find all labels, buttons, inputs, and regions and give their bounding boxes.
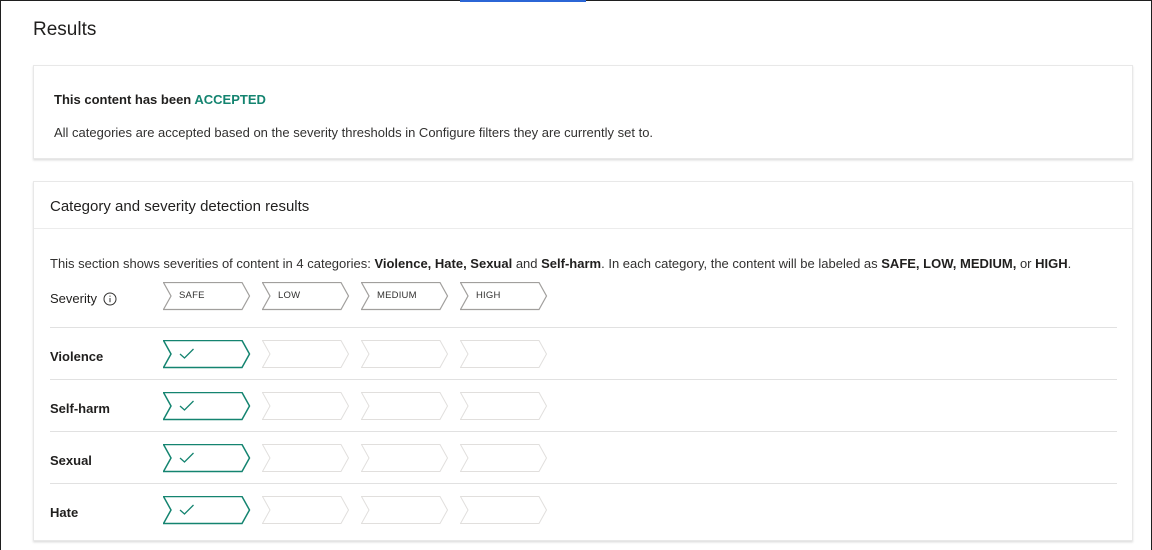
chevron-outline (460, 496, 548, 524)
category-hate-level-safe (163, 496, 253, 526)
intro-text-2: and (512, 256, 542, 271)
results-title-divider (34, 228, 1132, 229)
row-divider (50, 379, 1117, 380)
row-divider (50, 483, 1117, 484)
chevron-outline (361, 392, 449, 420)
category-sexual-level-medium (361, 444, 451, 474)
chevron-outline (262, 392, 350, 420)
severity-label: Severity (50, 291, 117, 306)
chevron-shape (460, 444, 548, 472)
chevron-shape (460, 496, 548, 524)
category-label-self-harm: Self-harm (50, 401, 110, 416)
chevron-shape (262, 496, 350, 524)
chevron-outline (361, 340, 449, 368)
chevron-shape (163, 496, 251, 525)
chevron-shape (262, 392, 350, 420)
category-self-harm-level-medium (361, 392, 451, 422)
category-label-sexual: Sexual (50, 453, 92, 468)
page-title: Results (33, 19, 97, 40)
chevron-outline (163, 392, 251, 421)
checkmark-icon (179, 348, 194, 359)
intro-levels-1: SAFE, LOW, MEDIUM, (881, 256, 1017, 271)
chevron-shape (460, 392, 548, 420)
chevron-outline (361, 444, 449, 472)
severity-level-label: LOW (278, 290, 301, 301)
category-violence-level-high (460, 340, 550, 370)
category-sexual-level-high (460, 444, 550, 474)
chevron-shape (361, 444, 449, 472)
status-description: All categories are accepted based on the… (54, 125, 654, 140)
chevron-outline (460, 340, 548, 368)
category-self-harm-level-low (262, 392, 352, 422)
category-sexual-level-safe (163, 444, 253, 474)
category-violence-level-medium (361, 340, 451, 370)
category-violence-level-low (262, 340, 352, 370)
chevron-shape (361, 496, 449, 524)
severity-level-high: HIGH (460, 282, 550, 312)
chevron-outline (361, 496, 449, 524)
checkmark-icon (179, 400, 194, 411)
category-self-harm-level-safe (163, 392, 253, 422)
chevron-shape (163, 392, 251, 421)
category-self-harm-level-high (460, 392, 550, 422)
intro-text-4: or (1016, 256, 1036, 271)
chevron-shape (163, 340, 251, 369)
severity-level-label: SAFE (179, 290, 205, 301)
row-divider (50, 431, 1117, 432)
chevron-outline (460, 282, 548, 311)
category-hate-level-medium (361, 496, 451, 526)
status-word: ACCEPTED (194, 92, 266, 107)
row-divider (50, 327, 1117, 328)
chevron-outline (262, 444, 350, 472)
results-card: Category and severity detection results … (33, 181, 1133, 541)
status-heading-prefix: This content has been (54, 92, 195, 107)
intro-text-5: . (1067, 256, 1072, 271)
chevron-outline (163, 444, 251, 473)
chevron-shape (361, 340, 449, 368)
chevron-outline (163, 340, 251, 369)
checkmark-icon (179, 504, 194, 515)
severity-label-text: Severity (50, 291, 97, 306)
chevron-outline (460, 444, 548, 472)
chevron-shape (460, 282, 548, 311)
status-card: This content has been ACCEPTED All categ… (33, 65, 1133, 159)
intro-levels-2: HIGH (1035, 256, 1068, 271)
intro-text-3: . In each category, the content will be … (601, 256, 882, 271)
severity-level-label: HIGH (476, 290, 501, 301)
chevron-outline (262, 496, 350, 524)
category-label-violence: Violence (50, 349, 104, 364)
chevron-outline (262, 282, 350, 311)
top-accent-bar (460, 0, 586, 2)
chevron-outline (163, 282, 251, 311)
category-sexual-level-low (262, 444, 352, 474)
chevron-shape (361, 392, 449, 420)
chevron-outline (460, 392, 548, 420)
chevron-shape (163, 282, 251, 311)
severity-level-safe: SAFE (163, 282, 253, 312)
chevron-shape (460, 340, 548, 368)
chevron-outline (163, 496, 251, 525)
category-label-hate: Hate (50, 505, 79, 520)
results-intro: This section shows severities of content… (50, 256, 1071, 271)
severity-level-low: LOW (262, 282, 352, 312)
chevron-shape (262, 340, 350, 368)
category-hate-level-low (262, 496, 352, 526)
info-icon[interactable] (103, 292, 117, 306)
intro-text-1: This section shows severities of content… (50, 256, 375, 271)
chevron-outline (262, 340, 350, 368)
category-hate-level-high (460, 496, 550, 526)
severity-level-medium: MEDIUM (361, 282, 451, 312)
chevron-shape (163, 444, 251, 473)
intro-categories-2: Self-harm (541, 256, 602, 271)
status-heading: This content has been ACCEPTED (54, 92, 266, 107)
chevron-shape (262, 282, 350, 311)
severity-level-label: MEDIUM (377, 290, 417, 301)
chevron-shape (262, 444, 350, 472)
checkmark-icon (179, 452, 194, 463)
results-title: Category and severity detection results (50, 198, 310, 215)
intro-categories-1: Violence, Hate, Sexual (374, 256, 513, 271)
category-violence-level-safe (163, 340, 253, 370)
